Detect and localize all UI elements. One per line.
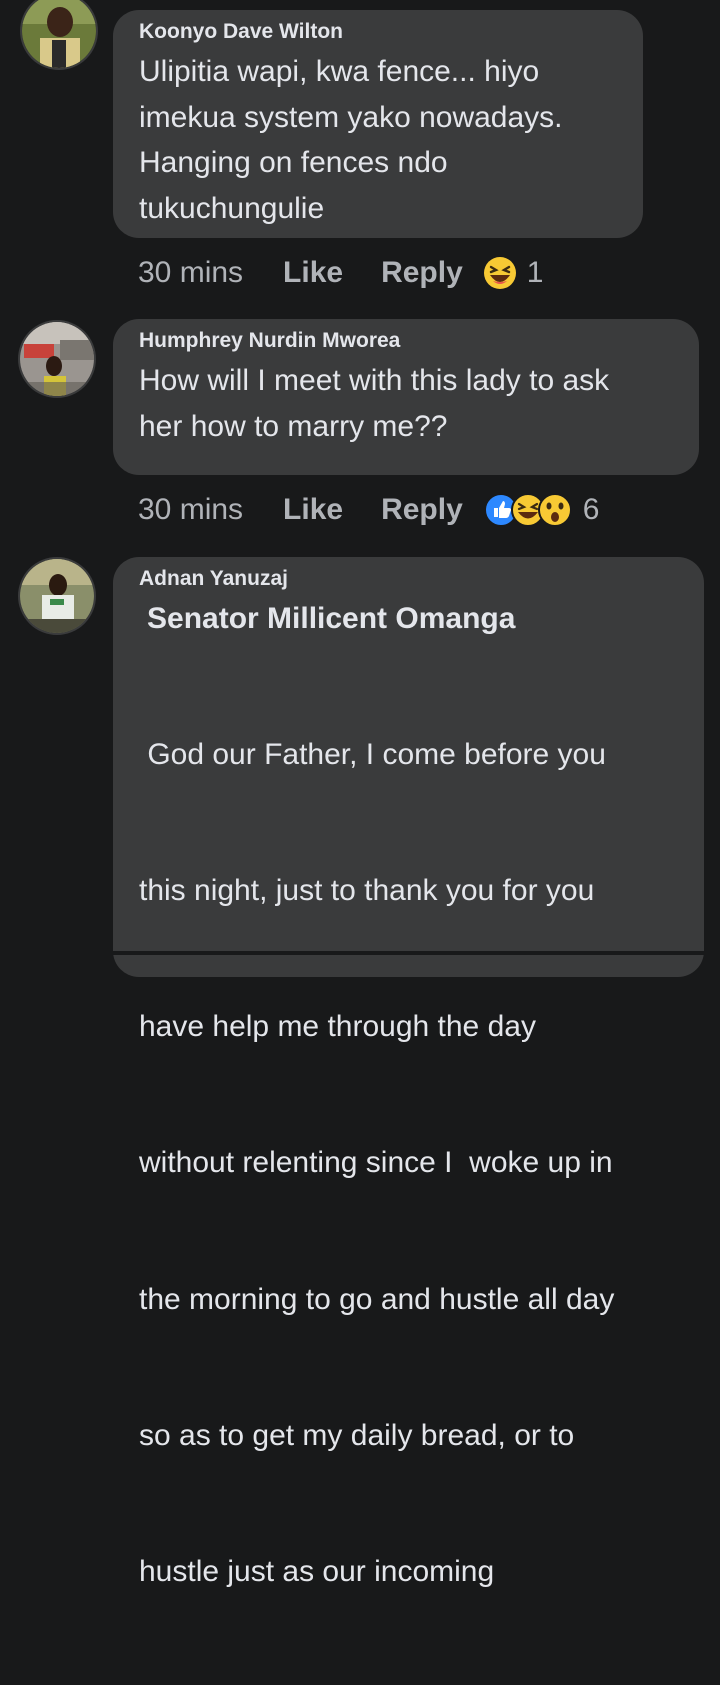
reply-button[interactable]: Reply [381, 256, 463, 290]
comment-author[interactable]: Humphrey Nurdin Mworea [139, 329, 681, 353]
reaction-summary[interactable]: 6 [483, 492, 600, 528]
comment-actions: 30 mins Like Reply 1 [138, 253, 543, 293]
reaction-summary[interactable]: 1 [483, 256, 544, 290]
like-button[interactable]: Like [283, 493, 343, 527]
comment-actions: 30 mins Like Reply 6 [138, 490, 599, 530]
avatar[interactable] [18, 320, 96, 398]
comment-text: God our Father, I come before you this n… [139, 737, 615, 1589]
mention-tag[interactable]: Senator Millicent Omanga [139, 597, 694, 641]
comment-bubble: Koonyo Dave Wilton Ulipitia wapi, kwa fe… [113, 10, 643, 238]
bottom-divider [0, 951, 720, 955]
comment-bubble: Adnan Yanuzaj Senator Millicent Omanga G… [113, 557, 704, 1588]
reaction-count: 6 [582, 493, 600, 526]
avatar[interactable] [18, 557, 96, 635]
comment-text: How will I meet with this lady to ask he… [139, 364, 610, 443]
reaction-count: 1 [526, 256, 544, 289]
comment-text: Ulipitia wapi, kwa fence... hiyo imekua … [139, 55, 563, 225]
comment-timestamp: 30 mins [138, 256, 244, 289]
avatar[interactable] [20, 0, 98, 70]
comment-author[interactable]: Koonyo Dave Wilton [139, 20, 625, 44]
wow-emoji-icon [537, 493, 572, 527]
reaction-icons [483, 492, 573, 528]
reply-button[interactable]: Reply [381, 493, 463, 527]
like-button[interactable]: Like [283, 256, 343, 290]
comment-bubble: Humphrey Nurdin Mworea How will I meet w… [113, 319, 699, 475]
laughing-emoji-icon [483, 256, 517, 290]
comment-author[interactable]: Adnan Yanuzaj [139, 567, 694, 591]
comment-timestamp: 30 mins [138, 493, 244, 526]
